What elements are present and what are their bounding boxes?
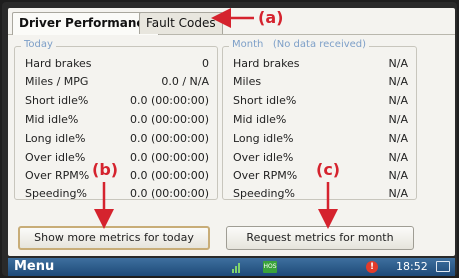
month-row: Speeding% N/A: [233, 187, 408, 205]
metric-value: N/A: [388, 151, 408, 164]
metric-label: Short idle%: [25, 94, 89, 107]
signal-bars-icon: [232, 263, 240, 273]
metric-value: 0.0 (00:00:00): [130, 132, 209, 145]
today-title: Today: [21, 39, 56, 50]
metric-value: N/A: [388, 113, 408, 126]
request-month-metrics-button[interactable]: Request metrics for month: [226, 226, 414, 250]
metric-label: Short idle%: [233, 94, 297, 107]
annotation-a: (a): [258, 8, 284, 27]
metric-label: Mid idle%: [233, 113, 287, 126]
metric-value: N/A: [388, 75, 408, 88]
month-row: Miles N/A: [233, 75, 408, 93]
metric-label: Hard brakes: [233, 57, 300, 70]
metric-label: Mid idle%: [25, 113, 79, 126]
screen: Driver Performance Fault Codes Today Har…: [8, 8, 455, 256]
metric-value: N/A: [388, 132, 408, 145]
month-row: Long idle% N/A: [233, 132, 408, 150]
metric-value: N/A: [388, 169, 408, 182]
metric-value: N/A: [388, 94, 408, 107]
month-title: Month (No data received): [229, 39, 370, 50]
metric-label: Long idle%: [233, 132, 294, 145]
clock: 18:52: [396, 260, 428, 273]
metric-label: Speeding%: [25, 187, 87, 200]
metric-label: Over idle%: [25, 151, 86, 164]
tab-fault-codes[interactable]: Fault Codes: [139, 12, 223, 34]
show-more-metrics-button[interactable]: Show more metrics for today: [18, 226, 210, 250]
annotation-b: (b): [92, 160, 119, 179]
today-row: Short idle% 0.0 (00:00:00): [25, 94, 209, 112]
tab-driver-performance[interactable]: Driver Performance: [12, 12, 159, 35]
metric-label: Over RPM%: [25, 169, 90, 182]
metric-value: 0.0 (00:00:00): [130, 187, 209, 200]
taskbar: Menu HOS ! 18:52: [8, 258, 455, 276]
metric-value: 0.0 (00:00:00): [130, 113, 209, 126]
metric-label: Miles: [233, 75, 262, 88]
today-row: Speeding% 0.0 (00:00:00): [25, 187, 209, 205]
metric-value: 0.0 (00:00:00): [130, 151, 209, 164]
metric-label: Miles / MPG: [25, 75, 89, 88]
metric-value: 0.0 (00:00:00): [130, 169, 209, 182]
metric-label: Over idle%: [233, 151, 294, 164]
metric-label: Speeding%: [233, 187, 295, 200]
hos-icon[interactable]: HOS: [263, 261, 277, 273]
month-row: Mid idle% N/A: [233, 113, 408, 131]
alert-icon[interactable]: !: [366, 261, 378, 273]
metric-value: 0.0 / N/A: [161, 75, 209, 88]
document-icon[interactable]: [436, 261, 450, 272]
metric-label: Long idle%: [25, 132, 86, 145]
metric-label: Hard brakes: [25, 57, 92, 70]
metric-value: 0: [202, 57, 209, 70]
today-row: Mid idle% 0.0 (00:00:00): [25, 113, 209, 131]
today-row: Long idle% 0.0 (00:00:00): [25, 132, 209, 150]
menu-button[interactable]: Menu: [14, 258, 54, 276]
metric-value: N/A: [388, 187, 408, 200]
metric-value: N/A: [388, 57, 408, 70]
device-frame: Driver Performance Fault Codes Today Har…: [2, 2, 457, 276]
metric-value: 0.0 (00:00:00): [130, 94, 209, 107]
month-row: Short idle% N/A: [233, 94, 408, 112]
metric-label: Over RPM%: [233, 169, 298, 182]
tab-bar: Driver Performance Fault Codes: [8, 8, 455, 35]
today-row: Miles / MPG 0.0 / N/A: [25, 75, 209, 93]
month-row: Hard brakes N/A: [233, 57, 408, 75]
annotation-c: (c): [316, 160, 341, 179]
today-row: Hard brakes 0: [25, 57, 209, 75]
